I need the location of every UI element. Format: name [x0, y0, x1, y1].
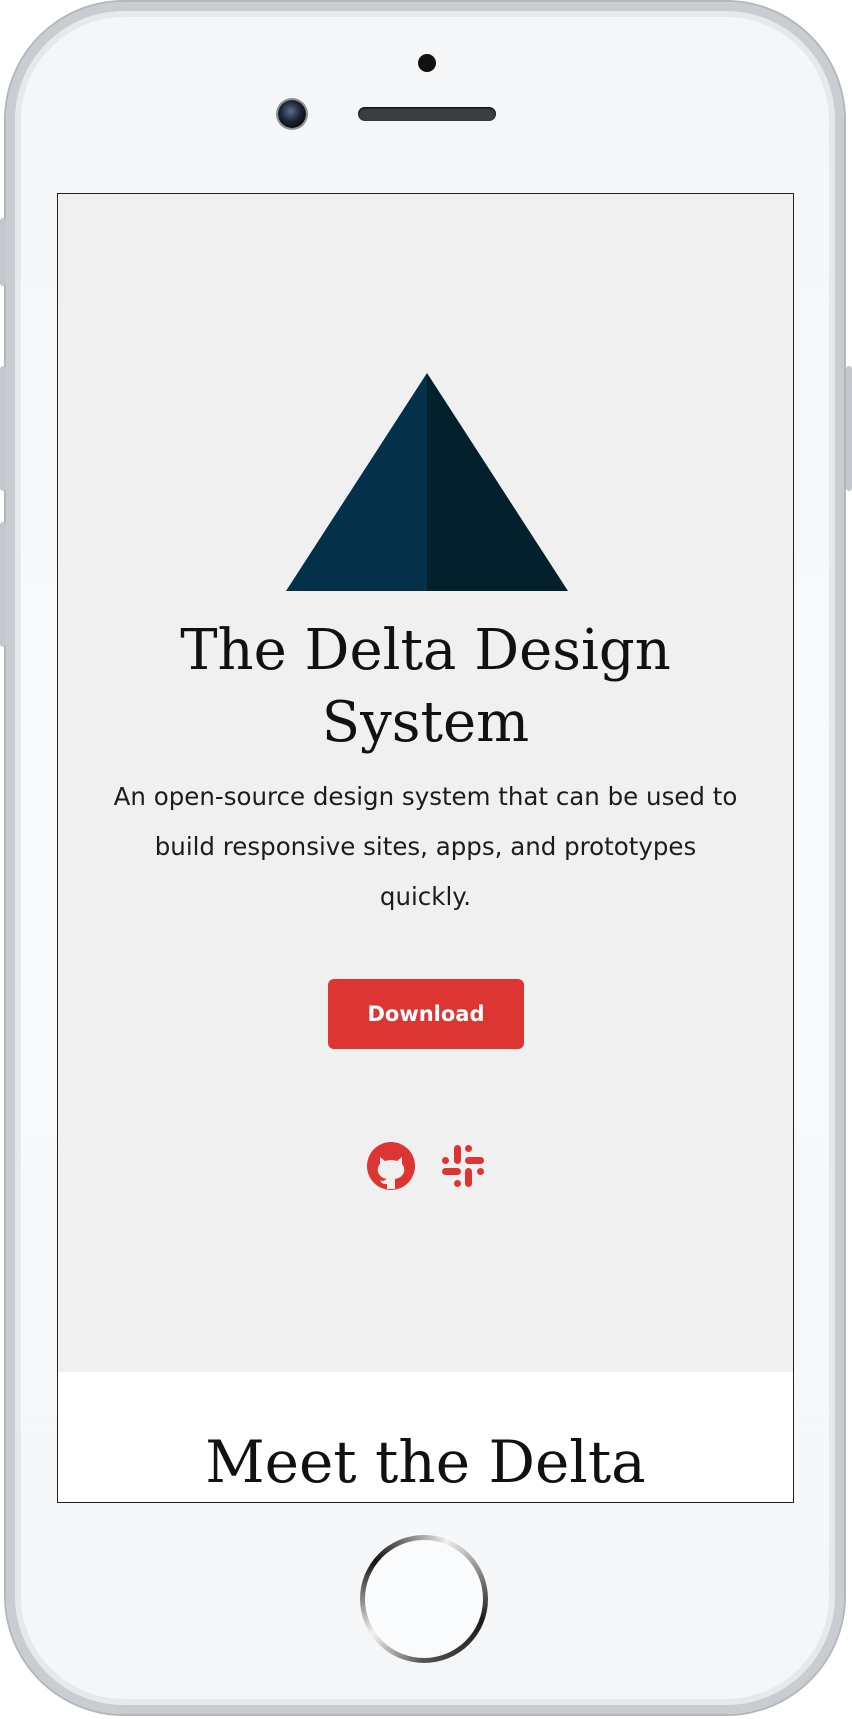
slack-icon	[442, 1145, 484, 1187]
volume-down-button	[0, 522, 6, 647]
download-button[interactable]: Download	[328, 979, 524, 1049]
home-button[interactable]	[360, 1535, 488, 1663]
power-button	[846, 366, 852, 491]
hero-title: The Delta Design System	[180, 618, 671, 755]
hero-description: An open-source design system that can be…	[113, 782, 738, 911]
delta-logo-left-face	[286, 373, 427, 591]
volume-up-button	[0, 366, 6, 491]
front-camera	[278, 100, 306, 128]
meet-section-title: Meet the Delta	[205, 1428, 646, 1496]
mute-switch	[0, 218, 6, 286]
phone-screen: The Delta Design System An open-source d…	[57, 193, 794, 1503]
proximity-sensor	[418, 54, 436, 72]
earpiece-speaker	[358, 107, 496, 121]
delta-logo-right-face	[427, 373, 568, 591]
hero-section: The Delta Design System An open-source d…	[58, 194, 793, 1372]
github-icon	[367, 1142, 415, 1190]
slack-link[interactable]	[438, 1141, 488, 1191]
github-link[interactable]	[366, 1141, 416, 1191]
delta-logo	[286, 373, 568, 591]
home-button-face	[365, 1540, 483, 1658]
